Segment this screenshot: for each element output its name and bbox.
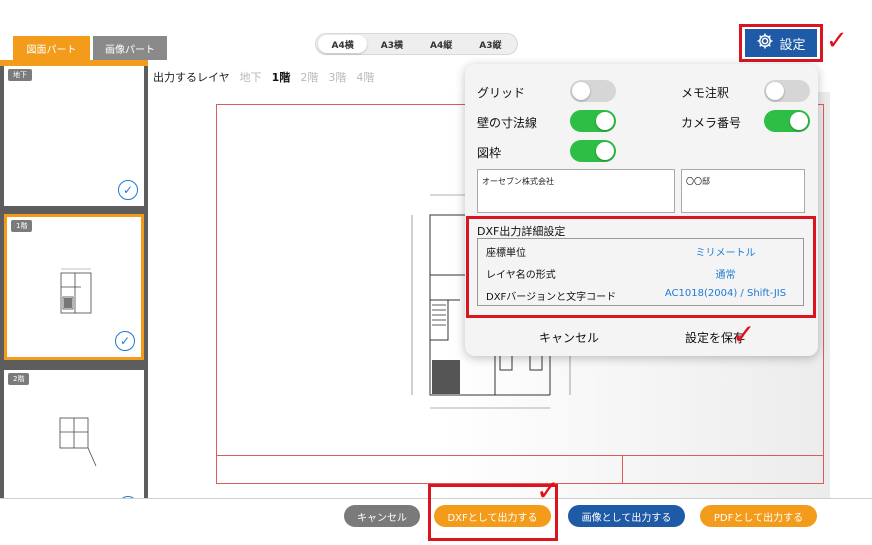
wall-dimension-toggle[interactable]	[570, 110, 616, 132]
paper-a3-portrait[interactable]: A3縦	[466, 35, 515, 53]
company-name-field[interactable]: オーセブン株式会社	[477, 169, 675, 213]
annotation-checkmark: ✓	[732, 318, 756, 351]
layer-4f[interactable]: 4階	[356, 69, 374, 85]
paper-a3-landscape[interactable]: A3横	[367, 35, 416, 53]
owner-name-field[interactable]: 〇〇邸	[681, 169, 805, 213]
grid-toggle[interactable]	[570, 80, 616, 102]
layer-2f[interactable]: 2階	[300, 69, 318, 85]
export-image-button[interactable]: 画像として出力する	[568, 505, 685, 527]
annotation-checkmark: ✓	[826, 26, 848, 56]
annotation-box-settings	[739, 24, 823, 62]
annotation-box-dxf	[466, 216, 816, 318]
check-circle-icon[interactable]: ✓	[115, 331, 135, 351]
paper-size-selector: A4横 A3横 A4縦 A3縦	[315, 33, 518, 55]
layer-basement[interactable]: 地下	[240, 69, 262, 85]
frame-label: 図枠	[477, 146, 502, 160]
layer-selector-label: 出力するレイヤ	[153, 71, 230, 84]
paper-a4-landscape[interactable]: A4横	[318, 35, 368, 53]
title-block-line	[216, 455, 824, 456]
layer-thumbnail-list[interactable]: 地下 ✓ 1階 ✓ 2階	[0, 66, 148, 498]
memo-label: メモ注釈	[681, 86, 730, 100]
check-circle-icon[interactable]: ✓	[118, 180, 138, 200]
camera-number-toggle[interactable]	[764, 110, 810, 132]
floorplan-preview	[60, 268, 92, 314]
title-block-divider	[622, 455, 623, 484]
thumbnail-label: 1階	[11, 220, 33, 232]
export-screen: 図面パート 画像パート A4横 A3横 A4縦 A3縦 設定 ✓ 地下 ✓ 1階…	[0, 0, 872, 545]
thumbnail-label: 2階	[8, 373, 30, 385]
export-pdf-button[interactable]: PDFとして出力する	[700, 505, 817, 527]
wall-dimension-label: 壁の寸法線	[477, 116, 538, 130]
layer-1f[interactable]: 1階	[272, 69, 291, 85]
popover-cancel-button[interactable]: キャンセル	[539, 329, 599, 346]
layer-3f[interactable]: 3階	[328, 69, 346, 85]
grid-label: グリッド	[477, 86, 526, 100]
thumbnail-2f[interactable]: 2階 ✓	[4, 370, 144, 498]
thumbnail-label: 地下	[8, 69, 32, 81]
frame-toggle[interactable]	[570, 140, 616, 162]
floorplan-preview	[59, 417, 97, 467]
layer-selector: 出力するレイヤ 地下 1階 2階 3階 4階	[150, 66, 467, 88]
annotation-checkmark: ✓	[536, 474, 560, 507]
paper-a4-portrait[interactable]: A4縦	[417, 35, 466, 53]
tab-image-part[interactable]: 画像パート	[93, 36, 167, 60]
memo-toggle[interactable]	[764, 80, 810, 102]
thumbnail-basement[interactable]: 地下 ✓	[4, 66, 144, 206]
tab-floorplan-part[interactable]: 図面パート	[13, 36, 90, 60]
camera-number-label: カメラ番号	[681, 116, 742, 130]
thumbnail-1f[interactable]: 1階 ✓	[4, 214, 144, 360]
cancel-button[interactable]: キャンセル	[344, 505, 420, 527]
